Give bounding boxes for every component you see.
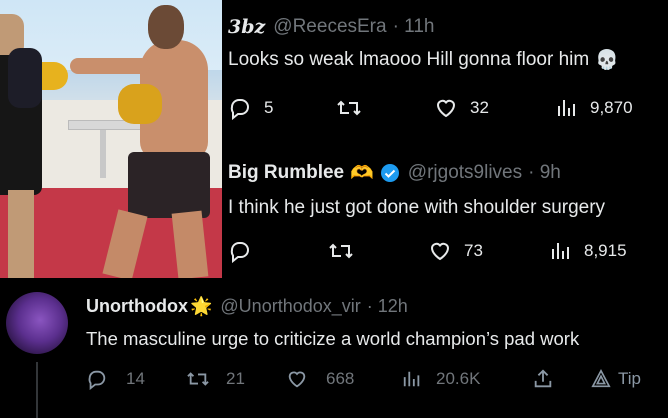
heart-icon — [430, 242, 450, 261]
reply-button[interactable]: 5 — [228, 96, 273, 120]
avatar[interactable] — [6, 292, 68, 354]
like-button[interactable]: 32 — [434, 96, 489, 120]
photo-fighter-arm — [70, 58, 150, 74]
photo-fighter-shorts — [128, 152, 210, 218]
author-name[interactable]: 3bz — [228, 16, 265, 38]
views-button[interactable]: 9,870 — [556, 96, 633, 120]
author-handle[interactable]: @ReecesEra — [273, 16, 386, 38]
reply-icon — [230, 99, 249, 120]
tweet-time[interactable]: · 9h — [528, 162, 561, 184]
share-button[interactable] — [532, 368, 554, 390]
view-count: 8,915 — [584, 241, 627, 260]
retweet-button[interactable] — [336, 96, 374, 120]
tweet-body: Looks so weak lmaooo Hill gonna floor hi… — [228, 48, 668, 72]
tweet-text: Looks so weak lmaooo Hill gonna floor hi… — [228, 49, 590, 70]
photo-glove — [118, 84, 162, 124]
tweet-text: The masculine urge to criticize a world … — [86, 328, 580, 349]
view-count: 9,870 — [590, 98, 633, 117]
tweet[interactable]: Unorthodox 🌟 @Unorthodox_vir · 12h The m… — [86, 296, 666, 350]
author-handle[interactable]: @rjgots9lives — [408, 162, 522, 184]
tip-button[interactable]: Tip — [590, 368, 641, 390]
retweet-icon — [329, 243, 353, 259]
view-count: 20.6K — [436, 369, 481, 388]
tweet-header: 3bz @ReecesEra · 11h — [228, 16, 668, 38]
tweet-actions: 5 32 9,870 — [228, 96, 668, 122]
reply-button[interactable]: 14 — [86, 368, 145, 390]
thread-line — [36, 362, 38, 418]
tweet-actions: 14 21 668 20.6K Tip — [86, 368, 668, 394]
tip-label: Tip — [618, 369, 641, 388]
embedded-video-thumbnail[interactable] — [0, 0, 222, 278]
views-icon — [403, 371, 420, 387]
like-button[interactable]: 668 — [286, 368, 354, 390]
author-name[interactable]: Big Rumblee — [228, 162, 344, 184]
reply-icon — [88, 370, 106, 390]
heart-icon — [436, 99, 456, 118]
retweet-icon — [187, 372, 209, 386]
retweet-button[interactable] — [328, 239, 366, 263]
tweet-body: I think he just got done with shoulder s… — [228, 197, 668, 219]
tweet-body: The masculine urge to criticize a world … — [86, 328, 666, 350]
retweet-count: 21 — [226, 369, 245, 388]
reply-icon — [230, 242, 249, 263]
tweet[interactable]: 3bz @ReecesEra · 11h Looks so weak lmaoo… — [228, 16, 668, 72]
photo-fighter-head — [148, 5, 184, 49]
verified-badge-icon — [380, 163, 400, 183]
tweet-header: Big Rumblee 🫶 @rjgots9lives · 9h — [228, 161, 668, 185]
skull-emoji: 💀 — [595, 50, 619, 71]
name-emoji: 🌟 — [189, 296, 213, 316]
share-icon — [534, 369, 552, 388]
like-count: 73 — [464, 241, 483, 260]
author-handle[interactable]: @Unorthodox_vir — [220, 296, 360, 317]
tweet-actions: 73 8,915 — [228, 239, 668, 265]
retweet-icon — [337, 100, 361, 116]
tweet-time[interactable]: · 11h — [393, 16, 435, 38]
reply-button[interactable] — [228, 239, 264, 263]
reply-count: 5 — [264, 98, 274, 117]
views-icon — [552, 243, 569, 259]
views-button[interactable]: 20.6K — [402, 368, 480, 390]
heart-icon — [288, 371, 306, 388]
photo-trainer-pad — [8, 48, 42, 108]
views-button[interactable]: 8,915 — [550, 239, 627, 263]
tweet-text: I think he just got done with shoulder s… — [228, 197, 606, 218]
like-count: 32 — [470, 98, 489, 117]
retweet-button[interactable]: 21 — [186, 368, 245, 390]
photo-table-leg — [100, 130, 106, 178]
reply-count: 14 — [126, 369, 145, 388]
tweet[interactable]: Big Rumblee 🫶 @rjgots9lives · 9h I think… — [228, 161, 668, 219]
photo-trainer-leg — [8, 190, 34, 278]
views-icon — [558, 100, 575, 116]
name-emoji: 🫶 — [350, 163, 374, 184]
like-count: 668 — [326, 369, 355, 388]
tweet-header: Unorthodox 🌟 @Unorthodox_vir · 12h — [86, 296, 666, 317]
like-button[interactable]: 73 — [428, 239, 483, 263]
author-name[interactable]: Unorthodox — [86, 296, 188, 317]
tweet-time[interactable]: · 12h — [367, 296, 408, 317]
tip-icon — [591, 368, 611, 388]
